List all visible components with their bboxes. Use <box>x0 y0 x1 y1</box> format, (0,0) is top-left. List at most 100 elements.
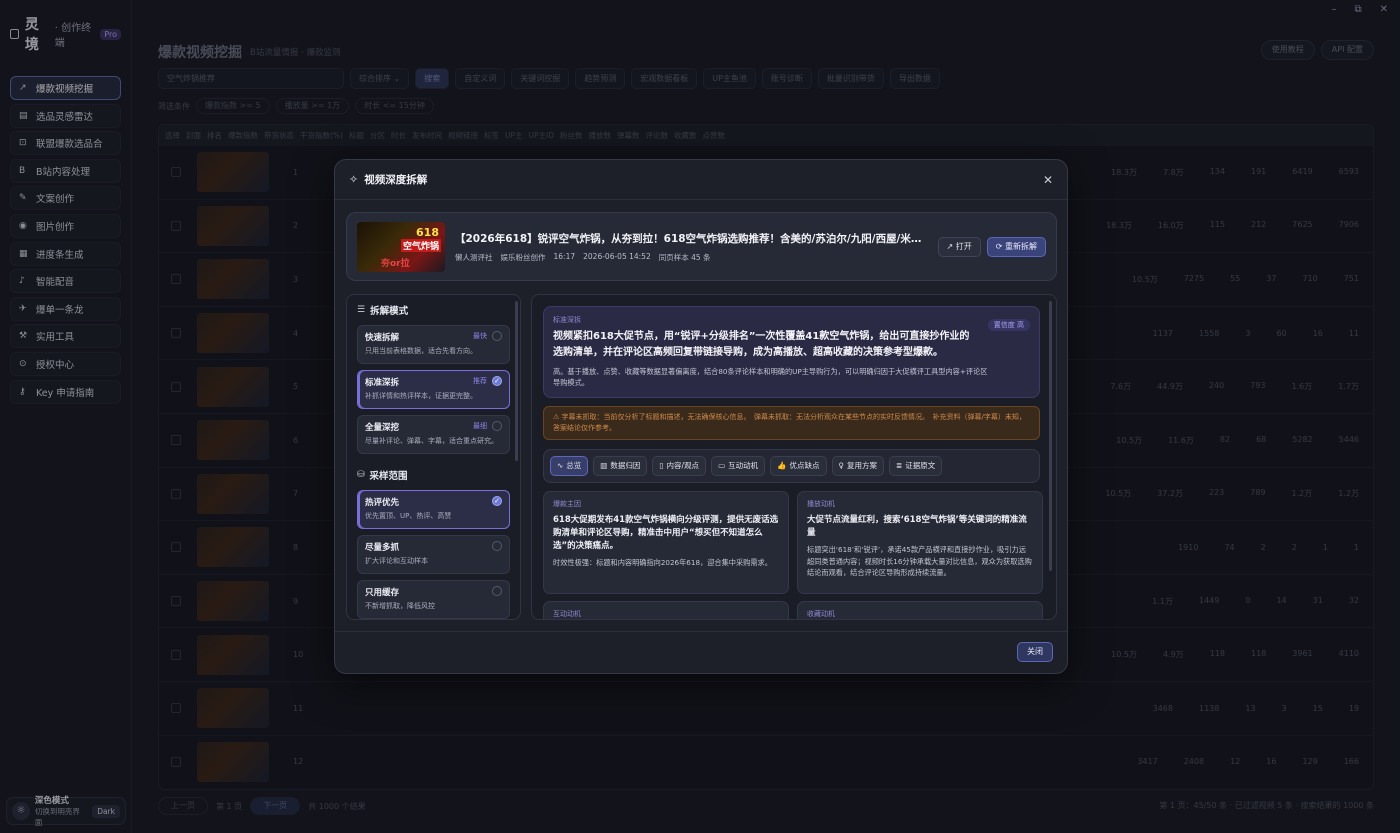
scope-option[interactable]: 尽量多抓扩大评论和互动样本 <box>357 535 510 574</box>
mode-tag: 最快 <box>473 332 487 340</box>
mode-section-title: ☰ 拆解模式 <box>347 295 520 325</box>
radio-icon[interactable] <box>492 541 502 551</box>
mode-list: 快速拆解 只用当前表格数据，适合先看方向。 最快 标准深拆 补抓详情和热评样本，证据更完… <box>347 325 520 454</box>
card-body: 时效性极强：标题和内容明确指向2026年618，迎合集中采购需求。 <box>553 558 772 567</box>
result-tab[interactable]: 👍 优点缺点 <box>770 456 827 476</box>
scope-desc: 不新增抓取，降低风控 <box>365 602 435 610</box>
video-meta-item: 2026-06-05 14:52 <box>583 251 651 261</box>
radio-icon[interactable]: ✓ <box>492 376 502 386</box>
video-thumbnail: 618 空气炸锅 夯or拉 <box>357 221 445 272</box>
tab-label: 优点缺点 <box>789 461 820 470</box>
sparkle-icon: ✧ <box>349 173 359 186</box>
hero-body: 高。基于播放、点赞、收藏等数据显著偏离度，结合80条评论样本和明确的UP主导购行… <box>553 367 988 387</box>
summary-hero: 标准深拆 置信度 高 视频紧扣618大促节点，用“锐评+分级排名”一次性覆盖41… <box>543 306 1040 398</box>
radio-icon[interactable] <box>492 421 502 431</box>
app-window: 灵境 · 创作终端 Pro ↗ 爆款视频挖掘 ▤ 选品灵感雷达 ⊡ 联盟爆款选品合 B B站内… <box>0 0 1400 833</box>
confidence-badge: 置信度 高 <box>987 319 1030 331</box>
video-meta-item: 16:17 <box>553 251 576 261</box>
result-tab[interactable]: ▥ 数据归因 <box>593 456 648 476</box>
radio-icon[interactable] <box>492 586 502 596</box>
tab-label: 数据归因 <box>610 461 641 470</box>
mode-tag: 最细 <box>473 422 487 430</box>
tab-icon: ∿ <box>557 461 564 470</box>
insight-card: 收藏动机一份可反复查阅的选购清单，收藏=保存作业（已出现数次讨论） <box>797 601 1043 619</box>
video-meta-item: 娱乐粉丝创作 <box>500 252 546 262</box>
card-label: 爆款主因 <box>553 500 581 508</box>
hero-label: 标准深拆 <box>553 316 581 324</box>
scope-option[interactable]: 热评优先优先置顶、UP、热评、高赞 ✓ <box>357 490 510 529</box>
insight-card: 播放动机大促节点流量红利，搜索‘618空气炸锅’等关键词的精准流量标题突出‘61… <box>797 491 1043 594</box>
tab-label: 总览 <box>566 461 582 470</box>
result-tab[interactable]: ∿ 总览 <box>550 456 589 476</box>
scope-title: 尽量多抓 <box>365 543 400 553</box>
options-scrollbar[interactable] <box>515 301 518 461</box>
insight-card: 爆款主因 618大促期发布41款空气炸锅横向分级评测，提供无废话选购清单和评论区导… <box>543 491 789 594</box>
options-panel: ☰ 拆解模式 快速拆解 只用当前表格数据，适合先看方向。 最快 标准深拆 补抓详情和热评… <box>346 294 521 620</box>
open-button[interactable]: ↗ 打开 <box>937 236 981 257</box>
scope-section-label: 采样范围 <box>369 471 408 482</box>
mode-desc: 尽量补评论、弹幕、字幕，适合重点研究。 <box>365 437 498 445</box>
analysis-modal: ✧ 视频深度拆解 ✕ 618 空气炸锅 夯or拉 【2026年618】锐评空气炸… <box>334 159 1068 674</box>
warning-banner: ⚠ 字幕未抓取：当前仅分析了标题和描述，无法确保核心信息。 弹幕未抓取：无法分析… <box>543 406 1040 440</box>
scope-list: 热评优先优先置顶、UP、热评、高赞 ✓ 尽量多抓扩大评论和互动样本 只用缓存不新增抓取… <box>347 490 520 619</box>
modal-footer: 关闭 <box>335 631 1067 673</box>
database-icon: ⛁ <box>357 470 365 480</box>
close-button[interactable]: 关闭 <box>1017 642 1053 662</box>
thumb-text-top: 618 <box>416 225 439 239</box>
video-meta-item: 懒人测评社 <box>455 252 493 262</box>
result-tab[interactable]: ▯ 内容/观点 <box>652 456 707 476</box>
card-label: 播放动机 <box>807 500 835 508</box>
scope-option[interactable]: 只用缓存不新增抓取，降低风控 <box>357 580 510 619</box>
tab-label: 证据原文 <box>905 461 936 470</box>
hero-headline: 视频紧扣618大促节点，用“锐评+分级排名”一次性覆盖41款空气炸锅，给出可直接… <box>553 331 970 358</box>
radio-icon[interactable]: ✓ <box>492 496 502 506</box>
scope-title: 热评优先 <box>365 498 400 508</box>
tab-label: 互动动机 <box>728 461 759 470</box>
result-scrollbar[interactable] <box>1049 301 1052 571</box>
scope-section-title: ⛁ 采样范围 <box>347 460 520 490</box>
mode-option[interactable]: 全量深挖 尽量补评论、弹幕、字幕，适合重点研究。 最细 <box>357 415 510 454</box>
mode-section-label: 拆解模式 <box>370 306 409 317</box>
result-tab[interactable]: ≣ 证据原文 <box>889 456 943 476</box>
mode-option[interactable]: 快速拆解 只用当前表格数据，适合先看方向。 最快 <box>357 325 510 364</box>
video-meta: 懒人测评社 娱乐粉丝创作 16:17 2026-06-05 14:52 同页样本 45 … <box>455 252 938 263</box>
reanalyze-button[interactable]: ⟳ 重新拆解 <box>986 236 1046 257</box>
result-tabs: ∿ 总览 ▥ 数据归因 ▯ 内容/观点 ▭ 互动动机 👍 优点缺点 ♀ 复用方案 ≣ 证据原文 <box>543 449 1040 483</box>
tab-icon: ▭ <box>718 461 726 470</box>
mode-desc: 只用当前表格数据，适合先看方向。 <box>365 347 477 355</box>
sliders-icon: ☰ <box>357 305 366 315</box>
scope-desc: 优先置顶、UP、热评、高赞 <box>365 512 452 520</box>
modal-header: ✧ 视频深度拆解 ✕ <box>335 160 1067 200</box>
tab-label: 内容/观点 <box>666 461 700 470</box>
mode-option[interactable]: 标准深拆 补抓详情和热评样本，证据更完整。 推荐 ✓ <box>357 370 510 409</box>
video-info: 【2026年618】锐评空气炸锅，从夯到拉！618空气炸锅选购推荐！含美的/苏泊… <box>455 231 938 263</box>
insight-card: 互动动机评论区形成提问-回复的导购闭环，高赞推动点击和收藏 <box>543 601 789 619</box>
modal-title: 视频深度拆解 <box>364 174 428 186</box>
video-actions: ↗ 打开 ⟳ 重新拆解 <box>937 236 1046 257</box>
video-card: 618 空气炸锅 夯or拉 【2026年618】锐评空气炸锅，从夯到拉！618空… <box>346 212 1057 281</box>
tab-icon: ▯ <box>659 461 664 470</box>
card-body: 标题突出‘618’和‘锐评’，承诺45款产品横评和直接抄作业，吸引力远超同类普通… <box>807 545 1032 577</box>
result-panel: 标准深拆 置信度 高 视频紧扣618大促节点，用“锐评+分级排名”一次性覆盖41… <box>531 294 1057 620</box>
video-title: 【2026年618】锐评空气炸锅，从夯到拉！618空气炸锅选购推荐！含美的/苏泊… <box>455 232 925 245</box>
close-icon[interactable]: ✕ <box>1043 173 1053 187</box>
result-tab[interactable]: ♀ 复用方案 <box>831 456 884 476</box>
tab-icon: ≣ <box>896 461 903 470</box>
mode-tag: 推荐 <box>473 377 487 385</box>
thumb-text-bottom: 夯or拉 <box>381 258 410 269</box>
radio-icon[interactable] <box>492 331 502 341</box>
scope-title: 只用缓存 <box>365 588 400 598</box>
card-headline: 大促节点流量红利，搜索‘618空气炸锅’等关键词的精准流量 <box>807 515 1027 538</box>
tab-label: 复用方案 <box>847 461 877 470</box>
card-label: 收藏动机 <box>807 610 835 618</box>
result-tab[interactable]: ▭ 互动动机 <box>711 456 766 476</box>
video-meta-item: 同页样本 45 条 <box>658 252 711 262</box>
card-headline: 618大促期发布41款空气炸锅横向分级评测，提供无废话选购清单和评论区导购，精准… <box>553 515 779 551</box>
card-label: 互动动机 <box>553 610 581 618</box>
tab-icon: ▥ <box>600 461 608 470</box>
scope-desc: 扩大评论和互动样本 <box>365 557 428 565</box>
tab-icon: 👍 <box>777 461 787 470</box>
open-label: 打开 <box>955 241 972 251</box>
tab-icon: ♀ <box>838 461 845 470</box>
reanalyze-label: 重新拆解 <box>1005 241 1037 251</box>
